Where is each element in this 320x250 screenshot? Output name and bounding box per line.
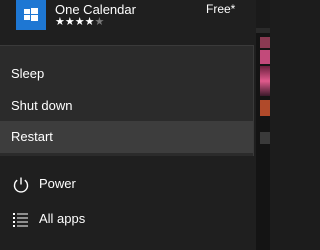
sleep-menu-item[interactable]: Sleep (0, 58, 253, 90)
app-suggestion-one-calendar[interactable]: One Calendar ★★★★★ Free* (0, 0, 256, 30)
star-empty-icon: ★ (94, 16, 105, 28)
all-apps-label: All apps (39, 211, 86, 226)
live-tile-fragment[interactable] (260, 132, 270, 144)
shut-down-menu-item[interactable]: Shut down (0, 90, 253, 122)
live-tile-fragment[interactable] (260, 37, 270, 48)
app-price: Free* (206, 2, 236, 16)
power-icon (13, 177, 29, 193)
live-tile-fragment[interactable] (260, 50, 270, 64)
power-flyout-menu: Sleep Shut down Restart (0, 45, 254, 156)
list-icon (13, 213, 28, 227)
star-filled-icon: ★ (74, 16, 85, 28)
live-tile-fragment[interactable] (260, 100, 270, 116)
power-button[interactable]: Power (0, 168, 256, 200)
star-filled-icon: ★ (64, 16, 75, 28)
restart-menu-item[interactable]: Restart (0, 121, 253, 153)
app-rating: ★★★★★ (55, 15, 104, 28)
all-apps-button[interactable]: All apps (0, 203, 256, 235)
star-filled-icon: ★ (84, 16, 95, 28)
power-label: Power (39, 176, 76, 191)
star-filled-icon: ★ (55, 16, 65, 28)
live-tile-fragment[interactable] (260, 66, 270, 96)
windows-logo-icon (16, 0, 46, 30)
